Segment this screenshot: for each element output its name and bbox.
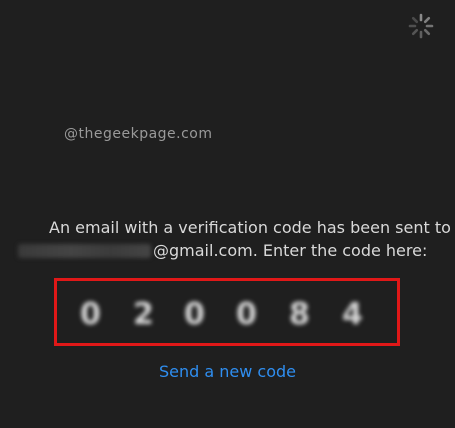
send-new-code-link[interactable]: Send a new code [0, 362, 455, 381]
verification-code-highlight: 0 2 0 0 8 4 [54, 278, 400, 346]
code-digit-6[interactable]: 4 [342, 297, 363, 332]
message-line-1: An email with a verification code has be… [49, 218, 451, 237]
message-line-2-text: @gmail.com. Enter the code here: [153, 241, 428, 260]
message-line-2: @gmail.com. Enter the code here: [18, 239, 427, 262]
loading-spinner-icon [408, 13, 434, 39]
code-digit-5[interactable]: 8 [289, 297, 310, 332]
code-digit-1[interactable]: 0 [80, 297, 101, 332]
code-input[interactable]: 0 2 0 0 8 4 [57, 281, 397, 343]
code-digit-4[interactable]: 0 [236, 297, 257, 332]
redacted-email-address [18, 243, 151, 258]
watermark-text: @thegeekpage.com [64, 126, 213, 142]
code-digit-3[interactable]: 0 [184, 297, 205, 332]
code-digit-2[interactable]: 2 [133, 297, 154, 332]
